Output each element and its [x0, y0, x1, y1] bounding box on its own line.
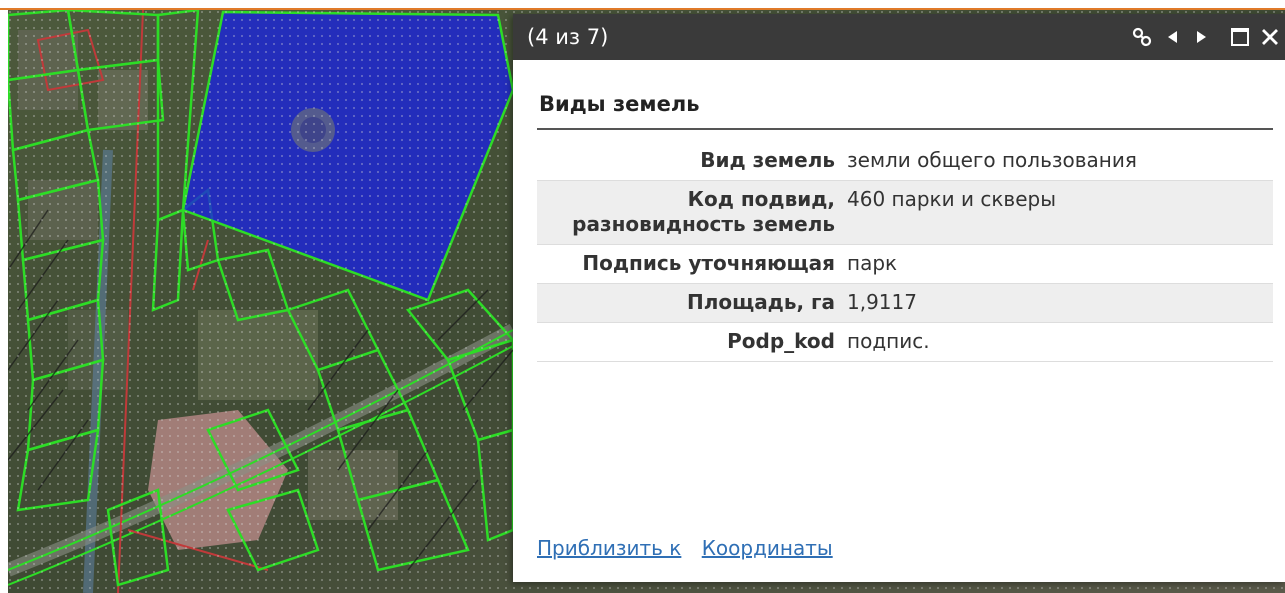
close-icon[interactable]	[1255, 17, 1285, 57]
attribute-value: подпис.	[847, 329, 930, 353]
popup-body: Виды земель Вид земель земли общего поль…	[513, 60, 1285, 362]
attribute-key: Код подвид, разновидность земель	[537, 180, 841, 245]
attribute-key: Podp_kod	[727, 329, 835, 353]
attribute-value: земли общего пользования	[847, 148, 1137, 172]
maximize-icon[interactable]	[1225, 17, 1255, 57]
table-row: Подпись уточняющая парк	[537, 245, 1273, 284]
next-icon[interactable]	[1187, 17, 1217, 57]
table-row: Podp_kod подпис.	[537, 323, 1273, 362]
table-row: Код подвид, разновидность земель 460 пар…	[537, 180, 1273, 245]
popup-actions: Приблизить к Координаты	[537, 536, 847, 560]
zoom-to-link[interactable]: Приблизить к	[537, 536, 681, 560]
attribute-key: Вид земель	[700, 148, 835, 172]
popup-header: (4 из 7)	[513, 14, 1285, 60]
attribute-key: Подпись уточняющая	[582, 251, 835, 275]
attribute-value: 1,9117	[841, 283, 1273, 323]
attribute-value: 460 парки и скверы	[841, 180, 1273, 245]
table-row: Вид земель земли общего пользования	[537, 142, 1273, 181]
prev-icon[interactable]	[1157, 17, 1187, 57]
attribute-key: Площадь, га	[537, 283, 841, 323]
top-accent-bar	[0, 0, 1285, 10]
link-icon[interactable]	[1127, 17, 1157, 57]
table-row: Площадь, га 1,9117	[537, 283, 1273, 323]
feature-count-label: (4 из 7)	[527, 25, 609, 49]
popup-title: Виды земель	[537, 60, 1273, 130]
attributes-table: Вид земель земли общего пользования Код …	[537, 142, 1273, 362]
attribute-value: парк	[847, 251, 898, 275]
coordinates-link[interactable]: Координаты	[702, 536, 833, 560]
feature-popup: (4 из 7) Виды земель Вид земель земли об…	[513, 14, 1285, 582]
